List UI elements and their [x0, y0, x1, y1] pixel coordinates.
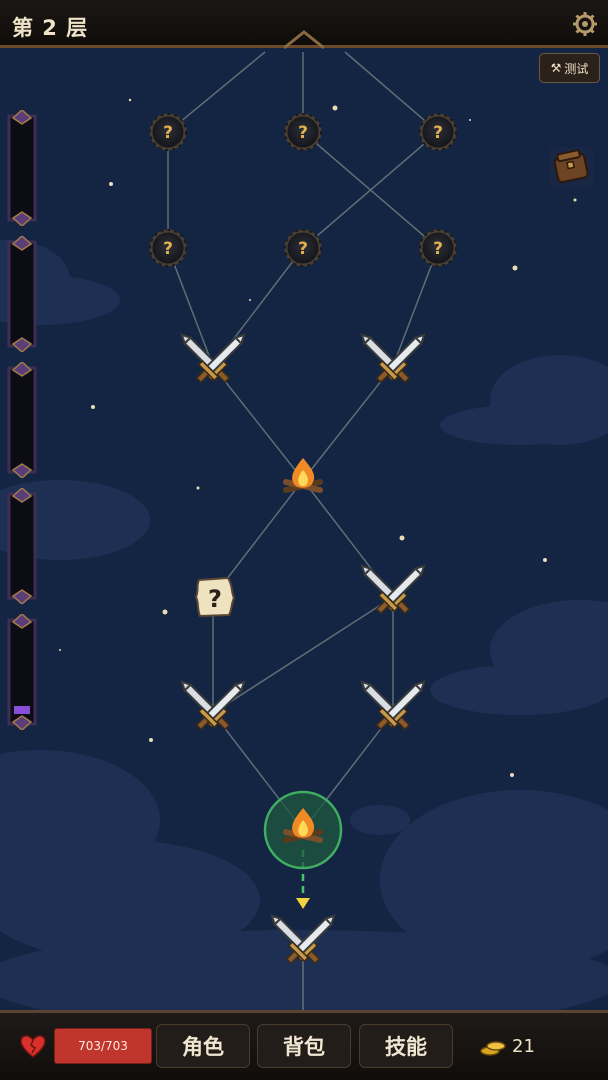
map-node-event[interactable]: ?: [194, 576, 236, 618]
backpack-button[interactable]: 背包: [257, 1024, 351, 1068]
map-node-mystery[interactable]: [283, 112, 323, 152]
heart-icon: [20, 1035, 46, 1058]
character-button[interactable]: 角色: [156, 1024, 250, 1068]
settings-gear-icon[interactable]: [572, 11, 598, 37]
top-ornament: [284, 30, 324, 50]
backpack-icon[interactable]: [549, 147, 593, 187]
floor-title: 第 2 层: [12, 16, 89, 40]
relic-slot[interactable]: [5, 110, 39, 226]
map-node-mystery[interactable]: [418, 112, 458, 152]
character-button-label: 角色: [182, 1035, 224, 1059]
relic-slot[interactable]: [5, 488, 39, 604]
map-node-mystery[interactable]: [148, 228, 188, 268]
hp-bar: 703/703: [54, 1028, 152, 1064]
map-node-mystery[interactable]: [283, 228, 323, 268]
slot-fill: [14, 706, 30, 714]
map-node-mystery[interactable]: [418, 228, 458, 268]
map-node-mystery[interactable]: [148, 112, 188, 152]
relic-slot[interactable]: [5, 614, 39, 730]
gold-amount: 21: [512, 1036, 535, 1057]
gold-coins-icon: [480, 1041, 506, 1056]
relic-slot[interactable]: [5, 362, 39, 478]
top-bar: 第 2 层: [0, 0, 608, 50]
relic-slot[interactable]: [5, 236, 39, 352]
test-button[interactable]: ⚒ 测试: [539, 53, 600, 83]
map-view: ?: [0, 0, 608, 1080]
bottom-bar: 703/703 角色 背包 技能 21: [0, 1010, 608, 1080]
skills-button-label: 技能: [385, 1035, 427, 1059]
question-mark-icon: ?: [208, 585, 222, 613]
tools-icon: ⚒: [550, 61, 562, 75]
backpack-button-label: 背包: [283, 1035, 325, 1059]
skills-button[interactable]: 技能: [359, 1024, 453, 1068]
map-node-current-campfire[interactable]: [263, 790, 343, 870]
test-button-label: 测试: [564, 61, 589, 76]
hp-value: 703/703: [78, 1039, 128, 1053]
